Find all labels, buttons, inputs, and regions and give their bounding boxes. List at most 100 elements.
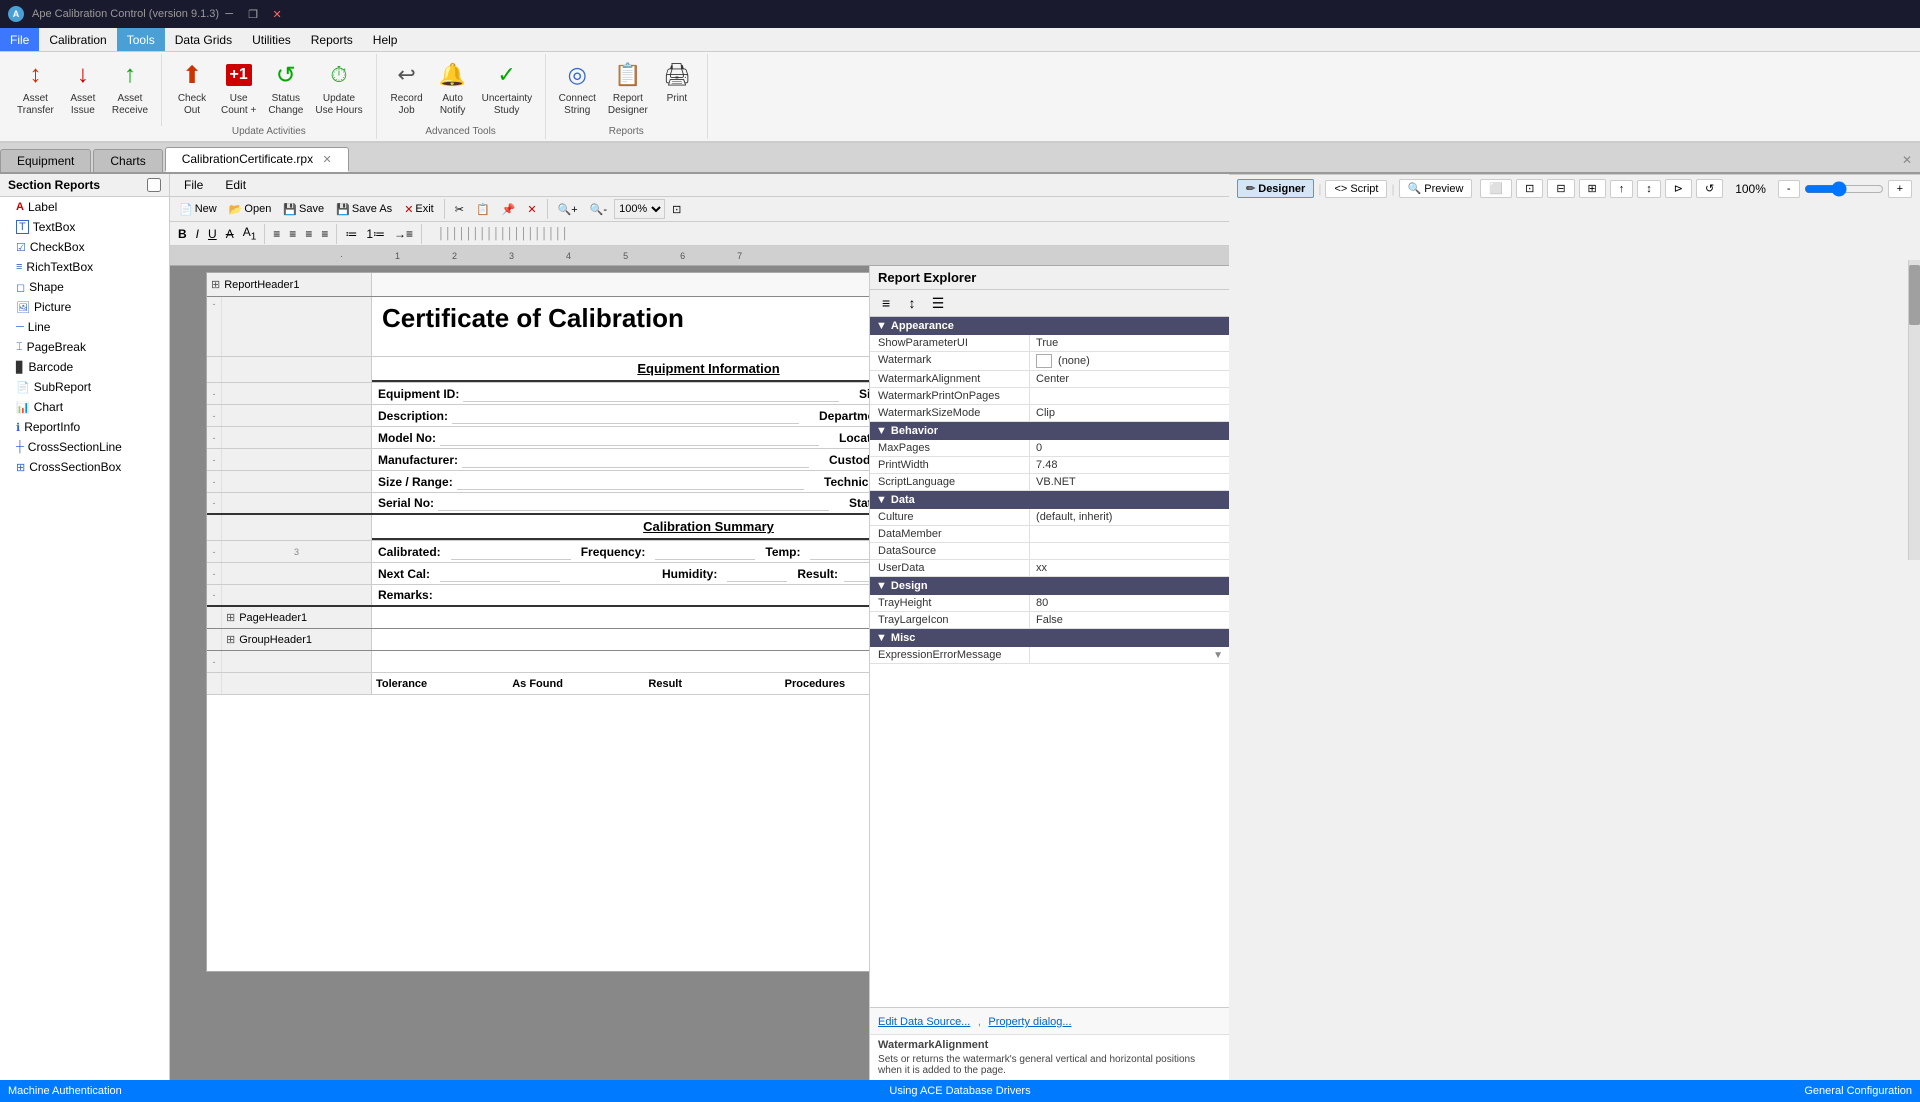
open-button[interactable]: 📂 Open	[224, 201, 277, 218]
section-item-pagebreak[interactable]: ⌶ PageBreak	[0, 337, 169, 357]
list-button[interactable]: ≔	[341, 225, 361, 243]
group-header-expand[interactable]: ⊞	[226, 633, 235, 646]
zoom-slider[interactable]	[1804, 181, 1884, 197]
use-count-button[interactable]: +1 UseCount +	[216, 56, 261, 124]
section-item-label[interactable]: A Label	[0, 197, 169, 217]
section-item-checkbox[interactable]: ☑ CheckBox	[0, 237, 169, 257]
script-tab-button[interactable]: <> Script	[1325, 180, 1387, 198]
zoom-select[interactable]: 100% 75% 125% 150%	[614, 199, 665, 219]
section-item-barcode[interactable]: ▊ Barcode	[0, 357, 169, 377]
doc-scroll-area[interactable]: ⊞ ReportHeader1 - Certificate of Calibra…	[170, 266, 869, 1080]
preview-tab-button[interactable]: 🔍 Preview	[1399, 179, 1473, 198]
record-job-button[interactable]: ↩ RecordJob	[385, 56, 429, 124]
ordered-list-button[interactable]: 1≔	[362, 225, 389, 243]
save-button[interactable]: 💾 Save	[278, 201, 329, 218]
indent-button[interactable]: →≡	[390, 225, 417, 243]
menu-tools[interactable]: Tools	[117, 28, 165, 51]
prop-val-wm-align[interactable]: Center	[1030, 371, 1229, 387]
new-button[interactable]: 📄 New	[174, 201, 222, 218]
section-item-textbox[interactable]: T TextBox	[0, 217, 169, 237]
appearance-section-header[interactable]: ▼ Appearance	[870, 317, 1229, 335]
uncertainty-study-button[interactable]: ✓ UncertaintyStudy	[477, 56, 537, 124]
report-designer-button[interactable]: 📋 ReportDesigner	[603, 56, 653, 124]
section-item-reportinfo[interactable]: ℹ ReportInfo	[0, 417, 169, 437]
designer-tab-button[interactable]: ✏ Designer	[1237, 179, 1314, 198]
underline-button[interactable]: U	[204, 225, 221, 243]
misc-section-header[interactable]: ▼ Misc	[870, 629, 1229, 647]
fit-button[interactable]: ⊡	[667, 201, 686, 218]
page-header-expand[interactable]: ⊞	[226, 611, 235, 624]
connect-string-button[interactable]: ◎ ConnectString	[554, 56, 601, 124]
report-header-expand[interactable]: ⊞	[211, 278, 220, 291]
layout-btn-3[interactable]: ⊟	[1547, 179, 1574, 198]
section-item-crosssectionline[interactable]: ┼ CrossSectionLine	[0, 437, 169, 457]
asset-transfer-button[interactable]: ↕ AssetTransfer	[12, 56, 59, 124]
section-item-crosssectionbox[interactable]: ⊞ CrossSectionBox	[0, 457, 169, 477]
paste-button[interactable]: 📌	[497, 201, 521, 218]
design-section-header[interactable]: ▼ Design	[870, 577, 1229, 595]
delete-button[interactable]: ✕	[522, 201, 541, 218]
prop-val-maxpages[interactable]: 0	[1030, 440, 1229, 456]
expr-err-dropdown-icon[interactable]: ▼	[1213, 650, 1223, 661]
asset-issue-button[interactable]: ↓ AssetIssue	[61, 56, 105, 124]
zoom-in-btn[interactable]: +	[1888, 180, 1912, 198]
prop-val-scriptlang[interactable]: VB.NET	[1030, 474, 1229, 490]
layout-btn-8[interactable]: ↺	[1696, 179, 1723, 198]
layout-btn-7[interactable]: ⊳	[1665, 179, 1692, 198]
tab-calibration-cert[interactable]: CalibrationCertificate.rpx ✕	[165, 147, 349, 172]
menu-utilities[interactable]: Utilities	[242, 28, 301, 51]
explorer-btn-1[interactable]: ≡	[874, 292, 898, 314]
layout-btn-6[interactable]: ↕	[1637, 180, 1661, 198]
align-right-button[interactable]: ≡	[301, 225, 316, 243]
check-out-button[interactable]: ⬆ CheckOut	[170, 56, 214, 124]
menu-reports[interactable]: Reports	[301, 28, 363, 51]
menu-help[interactable]: Help	[363, 28, 408, 51]
explorer-btn-2[interactable]: ↕	[900, 292, 924, 314]
tab-close-icon[interactable]: ✕	[322, 154, 331, 166]
section-item-richtextbox[interactable]: ≡ RichTextBox	[0, 257, 169, 277]
section-item-picture[interactable]: 🖼 Picture	[0, 297, 169, 317]
explorer-btn-3[interactable]: ☰	[926, 292, 950, 314]
tab-charts[interactable]: Charts	[93, 149, 162, 172]
print-button[interactable]: 🖨 Print	[655, 56, 699, 124]
section-reports-checkbox[interactable]	[147, 178, 161, 192]
cut-button[interactable]: ✂	[450, 201, 469, 218]
copy-button[interactable]: 📋	[471, 201, 495, 218]
doc-menu-file[interactable]: File	[178, 176, 209, 194]
zoom-in-button[interactable]: 🔍+	[553, 201, 583, 218]
prop-val-printwidth[interactable]: 7.48	[1030, 457, 1229, 473]
auto-notify-button[interactable]: 🔔 AutoNotify	[431, 56, 475, 124]
restore-button[interactable]: ❐	[243, 6, 263, 22]
exit-button[interactable]: ✕ Exit	[399, 201, 439, 218]
prop-val-wm-size[interactable]: Clip	[1030, 405, 1229, 421]
italic-button[interactable]: I	[192, 225, 203, 243]
prop-val-datasource[interactable]	[1030, 543, 1229, 559]
tab-equipment[interactable]: Equipment	[0, 149, 91, 172]
prop-val-show-param[interactable]: True	[1030, 335, 1229, 351]
prop-val-watermark[interactable]: (none)	[1030, 352, 1229, 370]
update-use-hours-button[interactable]: ⏱ UpdateUse Hours	[310, 56, 367, 124]
tab-close-all-icon[interactable]: ✕	[1902, 153, 1912, 167]
prop-val-culture[interactable]: (default, inherit)	[1030, 509, 1229, 525]
status-change-button[interactable]: ↺ StatusChange	[263, 56, 308, 124]
prop-val-traylargeicon[interactable]: False	[1030, 612, 1229, 628]
align-center-button[interactable]: ≡	[285, 225, 300, 243]
close-button[interactable]: ✕	[267, 6, 287, 22]
behavior-section-header[interactable]: ▼ Behavior	[870, 422, 1229, 440]
section-item-line[interactable]: ─ Line	[0, 317, 169, 337]
save-as-button[interactable]: 💾 Save As	[331, 201, 397, 218]
prop-val-userdata[interactable]: xx	[1030, 560, 1229, 576]
layout-btn-1[interactable]: ⬜	[1480, 179, 1512, 198]
property-dialog-link[interactable]: Property dialog...	[988, 1016, 1071, 1028]
strikethrough-button[interactable]: A	[222, 225, 238, 243]
zoom-out-btn[interactable]: -	[1778, 180, 1800, 198]
subscript-button[interactable]: A1	[239, 223, 261, 244]
align-justify-button[interactable]: ≡	[317, 225, 332, 243]
edit-data-source-link[interactable]: Edit Data Source...	[878, 1016, 970, 1028]
minimize-button[interactable]: ─	[219, 6, 239, 22]
prop-val-wm-print[interactable]	[1030, 388, 1229, 404]
menu-calibration[interactable]: Calibration	[39, 28, 116, 51]
layout-btn-4[interactable]: ⊞	[1579, 179, 1606, 198]
asset-receive-button[interactable]: ↑ AssetReceive	[107, 56, 153, 124]
layout-btn-5[interactable]: ↑	[1610, 180, 1634, 198]
